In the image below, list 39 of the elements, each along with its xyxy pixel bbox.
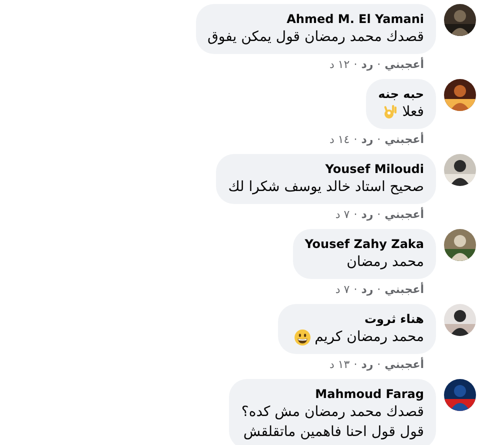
comment-time[interactable]: ٧ د [335, 207, 350, 223]
author-name[interactable]: هناء ثروت [364, 311, 424, 327]
reply-link[interactable]: رد [361, 207, 374, 223]
comment-time[interactable]: ١٣ د [329, 357, 350, 373]
author-name[interactable]: Yousef Miloudi [325, 161, 424, 177]
separator-dot: · [377, 57, 381, 73]
like-link[interactable]: أعجبني [384, 357, 424, 373]
author-name[interactable]: Yousef Zahy Zaka [304, 236, 424, 252]
like-link[interactable]: أعجبني [384, 57, 424, 73]
author-name[interactable]: Ahmed M. El Yamani [286, 11, 424, 27]
separator-dot: · [377, 357, 381, 373]
comment-text: صحيح استاد خالد يوسف شكرا لك [228, 178, 424, 197]
separator-dot: · [354, 132, 358, 148]
reply-link[interactable]: رد [361, 282, 374, 298]
reply-link[interactable]: رد [361, 57, 374, 73]
like-link[interactable]: أعجبني [384, 282, 424, 298]
like-link[interactable]: أعجبني [384, 132, 424, 148]
reply-link[interactable]: رد [361, 132, 374, 148]
separator-dot: · [377, 132, 381, 148]
separator-dot: · [354, 57, 358, 73]
separator-dot: · [354, 282, 358, 298]
author-name[interactable]: Mahmoud Farag [315, 386, 424, 402]
separator-dot: · [377, 207, 381, 223]
author-name[interactable]: حبه جنه [378, 86, 424, 102]
comment-text: فعلا [402, 103, 424, 122]
comment-text: محمد رمضان [346, 253, 424, 272]
comment-time[interactable]: ٧ د [335, 282, 350, 298]
reply-link[interactable]: رد [361, 357, 374, 373]
like-link[interactable]: أعجبني [384, 207, 424, 223]
separator-dot: · [354, 207, 358, 223]
ok-hand-icon [382, 104, 398, 120]
comment-text: محمد رمضان كريم [314, 328, 424, 347]
separator-dot: · [354, 357, 358, 373]
comment-text: قصدك محمد رمضان مش كده؟ قول قول احنا فاهمين ماتقلقش [241, 403, 424, 442]
comment-time[interactable]: ١٢ د [329, 57, 350, 73]
comment-time[interactable]: ١٤ د [329, 132, 350, 148]
comment-text: قصدك محمد رمضان قول يمكن يفوق [208, 28, 424, 47]
grinning-face-icon [294, 328, 311, 346]
separator-dot: · [377, 282, 381, 298]
